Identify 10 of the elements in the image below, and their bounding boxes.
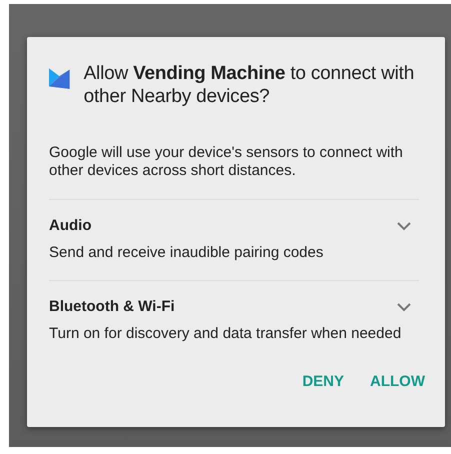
allow-button[interactable]: ALLOW	[364, 365, 431, 398]
section-description: Turn on for discovery and data transfer when needed	[49, 325, 402, 343]
dialog-description: Google will use your device's sensors to connect with other devices across short distances.	[49, 144, 404, 181]
section-title: Audio	[49, 217, 92, 235]
section-title: Bluetooth & Wi-Fi	[49, 298, 175, 316]
chevron-icon[interactable]	[397, 302, 411, 312]
dialog-title: Allow Vending Machine to connect with other Nearby devices?	[84, 62, 416, 108]
deny-button[interactable]: DENY	[296, 365, 350, 398]
section-description: Send and receive inaudible pairing codes	[49, 244, 324, 262]
chevron-icon[interactable]	[397, 222, 411, 230]
